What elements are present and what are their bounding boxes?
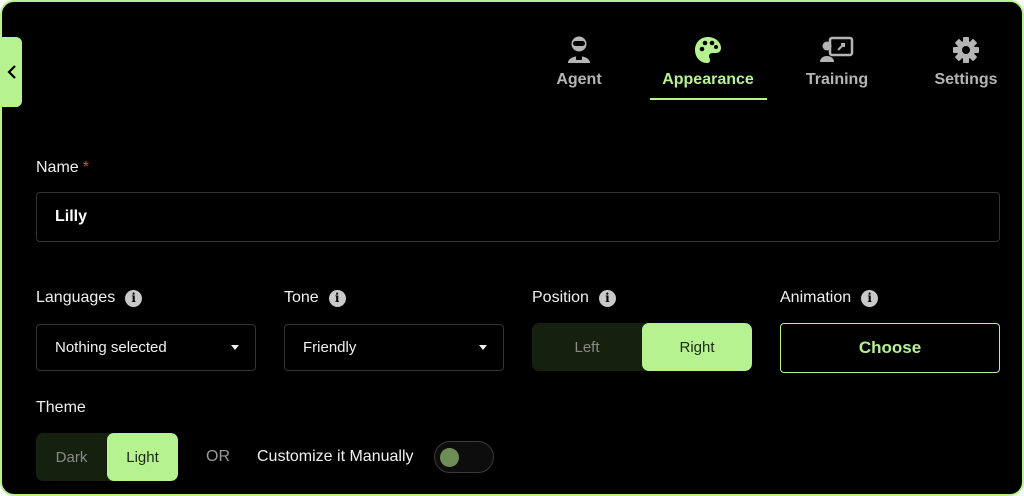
tone-select-value: Friendly xyxy=(303,339,357,356)
collapse-sidebar-button[interactable] xyxy=(2,37,22,107)
or-separator: OR xyxy=(206,448,230,465)
gear-icon xyxy=(953,37,979,63)
tone-info-icon[interactable]: i xyxy=(328,289,346,307)
caret-down-icon xyxy=(231,345,239,350)
tab-agent-label: Agent xyxy=(556,71,602,88)
theme-light-option[interactable]: Light xyxy=(107,433,178,481)
animation-info-icon[interactable]: i xyxy=(861,289,879,307)
tab-settings-label: Settings xyxy=(934,71,998,88)
switch-knob xyxy=(440,448,459,467)
tab-training-label: Training xyxy=(805,71,869,88)
name-input[interactable]: Lilly xyxy=(36,192,1000,242)
languages-select[interactable]: Nothing selected xyxy=(36,324,256,371)
name-label: Name xyxy=(36,159,79,176)
position-left-option[interactable]: Left xyxy=(532,323,642,371)
position-info-icon[interactable]: i xyxy=(598,289,616,307)
name-input-value: Lilly xyxy=(55,208,88,225)
active-tab-indicator xyxy=(650,98,767,100)
agent-config-panel: Agent Appearance Training Settings Name … xyxy=(0,0,1024,496)
position-toggle: Left Right xyxy=(532,323,752,371)
tab-agent[interactable]: Agent xyxy=(514,34,644,100)
tab-bar: Agent Appearance Training Settings xyxy=(522,34,1022,104)
theme-toggle: Dark Light xyxy=(36,433,178,481)
position-label: Position xyxy=(532,289,589,306)
languages-select-value: Nothing selected xyxy=(55,339,167,356)
tone-label: Tone xyxy=(284,289,319,306)
theme-label: Theme xyxy=(36,399,86,416)
position-right-option[interactable]: Right xyxy=(642,323,752,371)
palette-icon xyxy=(695,37,721,63)
position-label-row: Position i xyxy=(532,289,616,307)
tab-appearance-label: Appearance xyxy=(662,71,754,88)
tone-label-row: Tone i xyxy=(284,289,346,307)
tone-select[interactable]: Friendly xyxy=(284,324,504,371)
languages-label-row: Languages i xyxy=(36,289,143,307)
tab-appearance[interactable]: Appearance xyxy=(643,34,773,100)
tab-training[interactable]: Training xyxy=(772,34,902,100)
required-marker: * xyxy=(82,159,89,176)
agent-icon xyxy=(568,36,590,63)
languages-info-icon[interactable]: i xyxy=(125,289,143,307)
caret-down-icon xyxy=(479,345,487,350)
animation-label-row: Animation i xyxy=(780,289,879,307)
chevron-left-icon xyxy=(7,65,16,79)
customize-manually-switch[interactable] xyxy=(434,441,494,473)
theme-dark-option[interactable]: Dark xyxy=(36,433,107,481)
customize-manually-label: Customize it Manually xyxy=(257,448,414,465)
training-icon xyxy=(820,36,854,62)
name-label-row: Name * xyxy=(36,159,89,177)
choose-animation-button[interactable]: Choose xyxy=(780,323,1000,373)
animation-label: Animation xyxy=(780,289,852,306)
tab-settings[interactable]: Settings xyxy=(901,34,1022,100)
languages-label: Languages xyxy=(36,289,116,306)
